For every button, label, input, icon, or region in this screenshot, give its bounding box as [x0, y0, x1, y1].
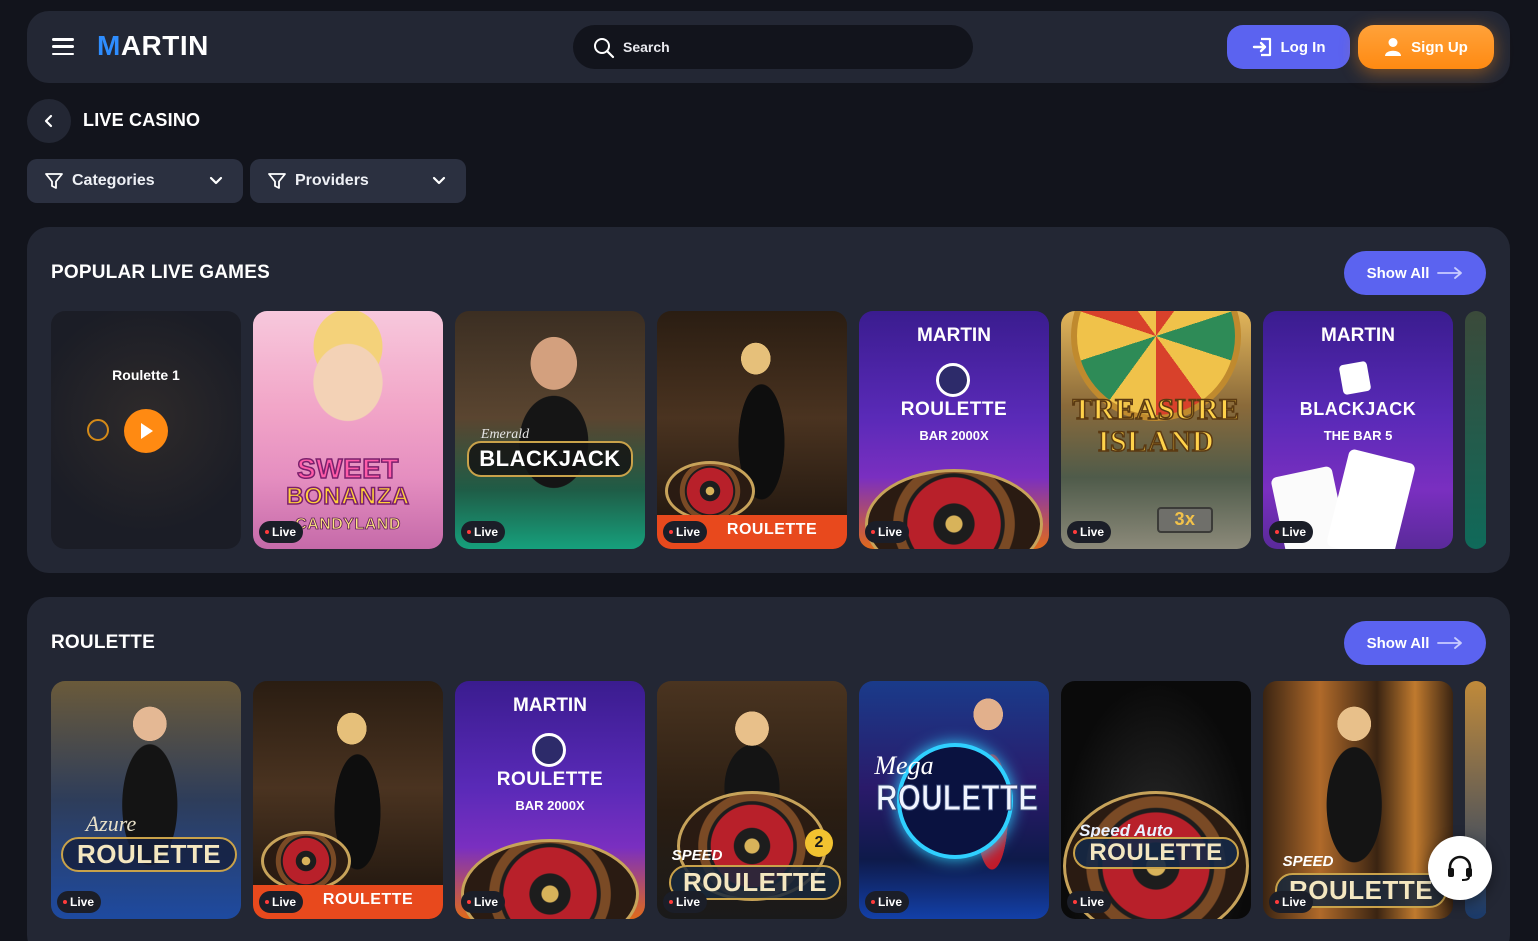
page-title: LIVE CASINO — [83, 110, 201, 130]
game-card-sweet-bonanza[interactable]: SWEET BONANZA CANDYLAND Live — [253, 311, 443, 549]
game-card-azure-roulette[interactable]: Azure ROULETTE Live — [51, 681, 241, 919]
host-figure — [253, 311, 443, 549]
game-logo-line: ROULETTE — [322, 891, 414, 908]
live-badge: Live — [259, 891, 304, 913]
show-all-button[interactable]: Show All — [1344, 621, 1486, 665]
search-placeholder: Search — [623, 39, 670, 55]
live-badge: Live — [461, 521, 506, 543]
filter-icon — [268, 173, 286, 189]
game-logo-line: SPEED — [671, 847, 723, 864]
hamburger-menu-icon[interactable] — [52, 38, 74, 56]
show-all-button[interactable]: Show All — [1344, 251, 1486, 295]
section-title: ROULETTE — [51, 632, 155, 653]
user-icon — [1385, 38, 1402, 56]
game-card-roulette[interactable]: ROULETTE Live — [253, 681, 443, 919]
game-logo-line: SPEED — [1282, 853, 1334, 870]
game-card-martin-blackjack[interactable]: MARTIN BLACKJACK THE BAR 5 Live — [1263, 311, 1453, 549]
live-badge: Live — [663, 521, 708, 543]
login-label: Log In — [1280, 38, 1326, 56]
game-logo-line: ROULETTE — [61, 837, 237, 872]
game-logo-line: MARTIN — [513, 695, 587, 716]
login-button[interactable]: Log In — [1227, 25, 1350, 69]
arrow-right-icon — [1437, 637, 1463, 649]
providers-label: Providers — [295, 172, 369, 189]
game-logo-line: ROULETTE — [496, 769, 604, 790]
login-icon — [1252, 37, 1271, 57]
logo[interactable]: MARTIN — [97, 30, 209, 62]
arrow-right-icon — [1437, 267, 1463, 279]
game-card-martin-roulette[interactable]: MARTIN ROULETTE BAR 2000X Live — [859, 311, 1049, 549]
popular-live-games-section: POPULAR LIVE GAMES Show All Roulette 1 S… — [27, 227, 1510, 573]
filter-icon — [45, 173, 63, 189]
game-card-martin-roulette[interactable]: MARTIN ROULETTE BAR 2000X Live — [455, 681, 645, 919]
live-badge: Live — [865, 521, 910, 543]
live-badge: Live — [461, 891, 506, 913]
game-card-roulette-1[interactable]: Roulette 1 — [51, 311, 241, 549]
chevron-down-icon — [432, 176, 446, 185]
game-logo-line: ROULETTE — [726, 521, 818, 538]
game-card-emerald-blackjack[interactable]: Emerald BLACKJACK Live — [455, 311, 645, 549]
game-card-partial[interactable] — [1465, 311, 1486, 549]
game-card-treasure-island[interactable]: TREASURE ISLAND 3x Live — [1061, 311, 1251, 549]
game-logo-line: BAR 2000X — [515, 798, 585, 813]
live-badge: Live — [1269, 891, 1314, 913]
game-card-roulette[interactable]: ROULETTE Live — [657, 311, 847, 549]
play-button[interactable] — [124, 409, 168, 453]
roulette-icon — [532, 733, 566, 767]
roulette-icon — [936, 363, 970, 397]
game-logo-line: SWEET — [296, 452, 400, 485]
game-card-speed-roulette[interactable]: SPEED ROULETTE Live — [1263, 681, 1453, 919]
game-logo-line: MARTIN — [917, 325, 991, 346]
play-icon — [141, 423, 153, 439]
game-logo-line: BLACKJACK — [1299, 399, 1417, 419]
game-logo-line: Azure — [85, 811, 137, 836]
live-badge: Live — [57, 891, 102, 913]
signup-label: Sign Up — [1411, 38, 1468, 56]
game-logo-line: BAR 2000X — [919, 428, 989, 443]
dealer-figure — [51, 681, 241, 919]
roulette-section: ROULETTE Show All Azure ROULETTE Live RO… — [27, 597, 1510, 941]
game-logo-line: ROULETTE — [1073, 837, 1239, 869]
back-button[interactable] — [27, 99, 71, 143]
live-badge: Live — [259, 521, 304, 543]
show-all-label: Show All — [1366, 634, 1430, 652]
game-title: Roulette 1 — [112, 367, 180, 383]
roulette-wheel — [665, 461, 755, 521]
game-card-speed-auto-roulette[interactable]: Speed Auto ROULETTE Live — [1061, 681, 1251, 919]
support-chat-button[interactable] — [1428, 836, 1492, 900]
game-logo-line: THE BAR 5 — [1323, 428, 1393, 443]
game-carousel: Roulette 1 SWEET BONANZA CANDYLAND Live … — [51, 311, 1486, 549]
live-badge: Live — [1067, 521, 1112, 543]
game-logo-line: ISLAND — [1097, 424, 1215, 459]
roulette-wheel — [261, 831, 351, 891]
game-card-speed-roulette-2[interactable]: 2 SPEED ROULETTE Live — [657, 681, 847, 919]
live-badge: Live — [663, 891, 708, 913]
game-logo-line: ROULETTE — [876, 777, 1039, 819]
headset-icon — [1448, 855, 1472, 881]
live-badge: Live — [1269, 521, 1314, 543]
categories-dropdown[interactable]: Categories — [27, 159, 243, 203]
game-logo-line: BONANZA — [286, 482, 411, 511]
cards-icon — [1338, 360, 1372, 396]
game-logo-line: TREASURE — [1072, 392, 1240, 427]
game-card-mega-roulette[interactable]: Mega ROULETTE Live — [859, 681, 1049, 919]
live-badge: Live — [865, 891, 910, 913]
signup-button[interactable]: Sign Up — [1358, 25, 1494, 69]
game-logo-line: BLACKJACK — [467, 441, 633, 477]
game-logo-line: MARTIN — [1321, 325, 1395, 346]
search-icon — [594, 38, 615, 59]
providers-dropdown[interactable]: Providers — [250, 159, 466, 203]
section-title: POPULAR LIVE GAMES — [51, 262, 270, 283]
chevron-left-icon — [44, 114, 53, 128]
top-header: MARTIN Search Log In Sign Up — [27, 11, 1510, 83]
game-logo-line: ROULETTE — [900, 399, 1008, 420]
categories-label: Categories — [72, 172, 155, 189]
game-logo-line: 3x — [1174, 509, 1196, 529]
live-badge: Live — [1067, 891, 1112, 913]
show-all-label: Show All — [1366, 264, 1430, 282]
chevron-down-icon — [209, 176, 223, 185]
game-carousel: Azure ROULETTE Live ROULETTE Live MARTIN… — [51, 681, 1486, 919]
favorite-icon[interactable] — [87, 419, 109, 441]
search-input[interactable]: Search — [573, 25, 973, 69]
